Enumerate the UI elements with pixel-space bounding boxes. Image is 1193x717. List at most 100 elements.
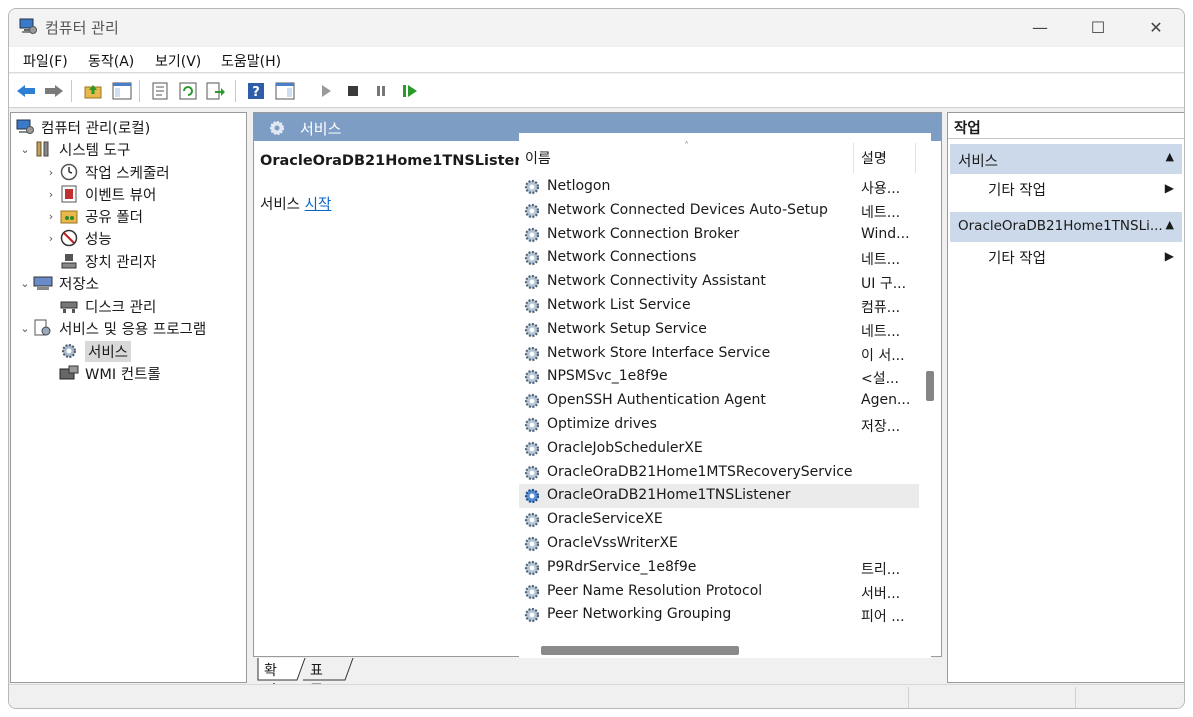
menu-view[interactable]: 보기(V): [155, 51, 201, 71]
actions-divider: [948, 138, 1184, 139]
title-bar: 컴퓨터 관리 — ☐ ✕: [9, 9, 1184, 45]
service-row[interactable]: P9RdrService_1e8f9e 트리...: [519, 556, 919, 580]
service-row[interactable]: Peer Networking Grouping 피어 ...: [519, 603, 919, 627]
service-row[interactable]: Network Store Interface Service 이 서...: [519, 342, 919, 366]
up-folder-icon[interactable]: [82, 80, 104, 102]
pause-service-icon[interactable]: [370, 80, 392, 102]
menu-action[interactable]: 동작(A): [88, 51, 134, 71]
tree-item-performance[interactable]: › 성능: [43, 227, 112, 249]
toolbar-separator: [235, 80, 236, 102]
maximize-button[interactable]: ☐: [1069, 9, 1127, 45]
svg-text:?: ?: [252, 85, 260, 100]
expand-caret-icon[interactable]: ⌄: [17, 277, 33, 290]
column-divider[interactable]: [915, 143, 916, 173]
service-row[interactable]: Netlogon 사용...: [519, 175, 919, 199]
expand-caret-icon[interactable]: ›: [43, 188, 59, 201]
collapse-triangle-icon[interactable]: ▲: [1166, 150, 1174, 163]
menu-bar: 파일(F) 동작(A) 보기(V) 도움말(H): [9, 47, 1184, 73]
column-header-description[interactable]: 설명: [861, 143, 915, 173]
show-hide-action-pane-icon[interactable]: [274, 80, 296, 102]
service-name: OracleOraDB21Home1TNSListener: [547, 487, 791, 504]
device-manager-icon: [59, 252, 79, 270]
expand-caret-icon[interactable]: ›: [43, 166, 59, 179]
service-row[interactable]: OracleJobSchedulerXE: [519, 437, 919, 461]
service-row[interactable]: OracleVssWriterXE: [519, 532, 919, 556]
more-actions-item[interactable]: 기타 작업: [988, 247, 1046, 268]
status-divider: [1075, 687, 1076, 708]
tree-item-task-scheduler[interactable]: › 작업 스케줄러: [43, 161, 170, 183]
expand-caret-icon[interactable]: ›: [43, 210, 59, 223]
service-name: Peer Name Resolution Protocol: [547, 582, 763, 599]
service-gear-icon: [523, 583, 541, 605]
forward-icon[interactable]: [43, 80, 65, 102]
expand-caret-icon[interactable]: ⌄: [17, 143, 33, 156]
tree-item-disk-management[interactable]: 디스크 관리: [43, 295, 156, 317]
service-row[interactable]: Optimize drives 저장...: [519, 413, 919, 437]
tree-item-shared-folders[interactable]: › 공유 폴더: [43, 205, 143, 227]
service-name: Netlogon: [547, 178, 611, 194]
service-row[interactable]: OpenSSH Authentication Agent Agen...: [519, 389, 919, 413]
restart-service-icon[interactable]: [399, 80, 421, 102]
column-divider[interactable]: [853, 143, 854, 173]
export-list-icon[interactable]: [205, 80, 227, 102]
service-row[interactable]: NPSMSvc_1e8f9e <설...: [519, 365, 919, 389]
more-actions-item[interactable]: 기타 작업: [988, 179, 1046, 200]
column-header-name[interactable]: 이름: [525, 143, 855, 173]
help-icon[interactable]: ?: [245, 80, 267, 102]
selected-service-title: OracleOraDB21Home1TNSListener: [260, 153, 542, 169]
tree-item-storage[interactable]: ⌄ 저장소: [17, 272, 99, 294]
refresh-icon[interactable]: [177, 80, 199, 102]
service-name: OpenSSH Authentication Agent: [547, 392, 766, 409]
action-group-services[interactable]: 서비스 ▲: [950, 144, 1182, 174]
tree-item-services-and-applications[interactable]: ⌄ 서비스 및 응용 프로그램: [17, 317, 206, 339]
service-row[interactable]: Network Connection Broker Wind...: [519, 223, 919, 247]
minimize-button[interactable]: —: [1011, 9, 1069, 45]
tree-item-system-tools[interactable]: ⌄ 시스템 도구: [17, 138, 130, 160]
status-divider: [908, 687, 909, 708]
service-row[interactable]: Network Connectivity Assistant UI 구...: [519, 270, 919, 294]
service-gear-icon: [523, 226, 541, 248]
expand-caret-icon[interactable]: ⌄: [17, 322, 33, 335]
console-tree: 컴퓨터 관리(로컬) ⌄ 시스템 도구 › 작업 스케줄러 › 이벤트 뷰어 ›…: [10, 112, 247, 683]
service-row[interactable]: Network List Service 컴퓨...: [519, 294, 919, 318]
service-description: UI 구...: [861, 276, 907, 293]
service-row[interactable]: Peer Name Resolution Protocol 서버...: [519, 580, 919, 604]
service-description: 네트...: [861, 252, 901, 269]
service-row[interactable]: Network Connected Devices Auto-Setup 네트..…: [519, 199, 919, 223]
service-row[interactable]: Network Connections 네트...: [519, 246, 919, 270]
tree-item-device-manager[interactable]: 장치 관리자: [43, 250, 156, 272]
action-group-selected-service[interactable]: OracleOraDB21Home1TNSLi... ▲: [950, 212, 1182, 242]
start-service-icon[interactable]: [315, 80, 337, 102]
service-row[interactable]: OracleOraDB21Home1MTSRecoveryService: [519, 461, 919, 485]
services-gear-icon: [59, 342, 79, 360]
tree-item-computer-management-local[interactable]: 컴퓨터 관리(로컬): [15, 116, 150, 138]
service-action-prefix: 서비스: [260, 197, 305, 213]
back-icon[interactable]: [15, 80, 37, 102]
horizontal-scroll-thumb[interactable]: [541, 646, 739, 655]
show-hide-console-tree-icon[interactable]: [111, 80, 133, 102]
action-group-label: OracleOraDB21Home1TNSLi...: [958, 218, 1163, 234]
tab-standard[interactable]: 표준: [306, 658, 327, 699]
start-service-link[interactable]: 시작: [305, 197, 332, 213]
expand-caret-icon[interactable]: ›: [43, 232, 59, 245]
close-button[interactable]: ✕: [1127, 9, 1184, 45]
tree-item-event-viewer[interactable]: › 이벤트 뷰어: [43, 183, 156, 205]
tab-extended[interactable]: 확장: [260, 658, 281, 699]
tree-item-wmi-control[interactable]: WMI 컨트롤: [43, 362, 161, 384]
service-gear-icon: [523, 559, 541, 581]
service-name: Network Connections: [547, 249, 697, 266]
properties-icon[interactable]: [149, 80, 171, 102]
menu-help[interactable]: 도움말(H): [221, 51, 281, 71]
service-row[interactable]: Network Setup Service 네트...: [519, 318, 919, 342]
menu-file[interactable]: 파일(F): [23, 51, 68, 71]
tree-item-services[interactable]: 서비스: [43, 340, 132, 362]
service-description: 서버...: [861, 585, 901, 602]
service-row[interactable]: OracleServiceXE: [519, 508, 919, 532]
vertical-scroll-thumb[interactable]: [926, 371, 934, 401]
service-row[interactable]: OracleOraDB21Home1TNSListener: [519, 484, 919, 509]
service-description: 저장...: [861, 419, 901, 435]
status-bar: [9, 684, 1184, 708]
collapse-triangle-icon[interactable]: ▲: [1166, 218, 1174, 231]
stop-service-icon[interactable]: [342, 80, 364, 102]
service-name: OracleServiceXE: [547, 511, 663, 528]
